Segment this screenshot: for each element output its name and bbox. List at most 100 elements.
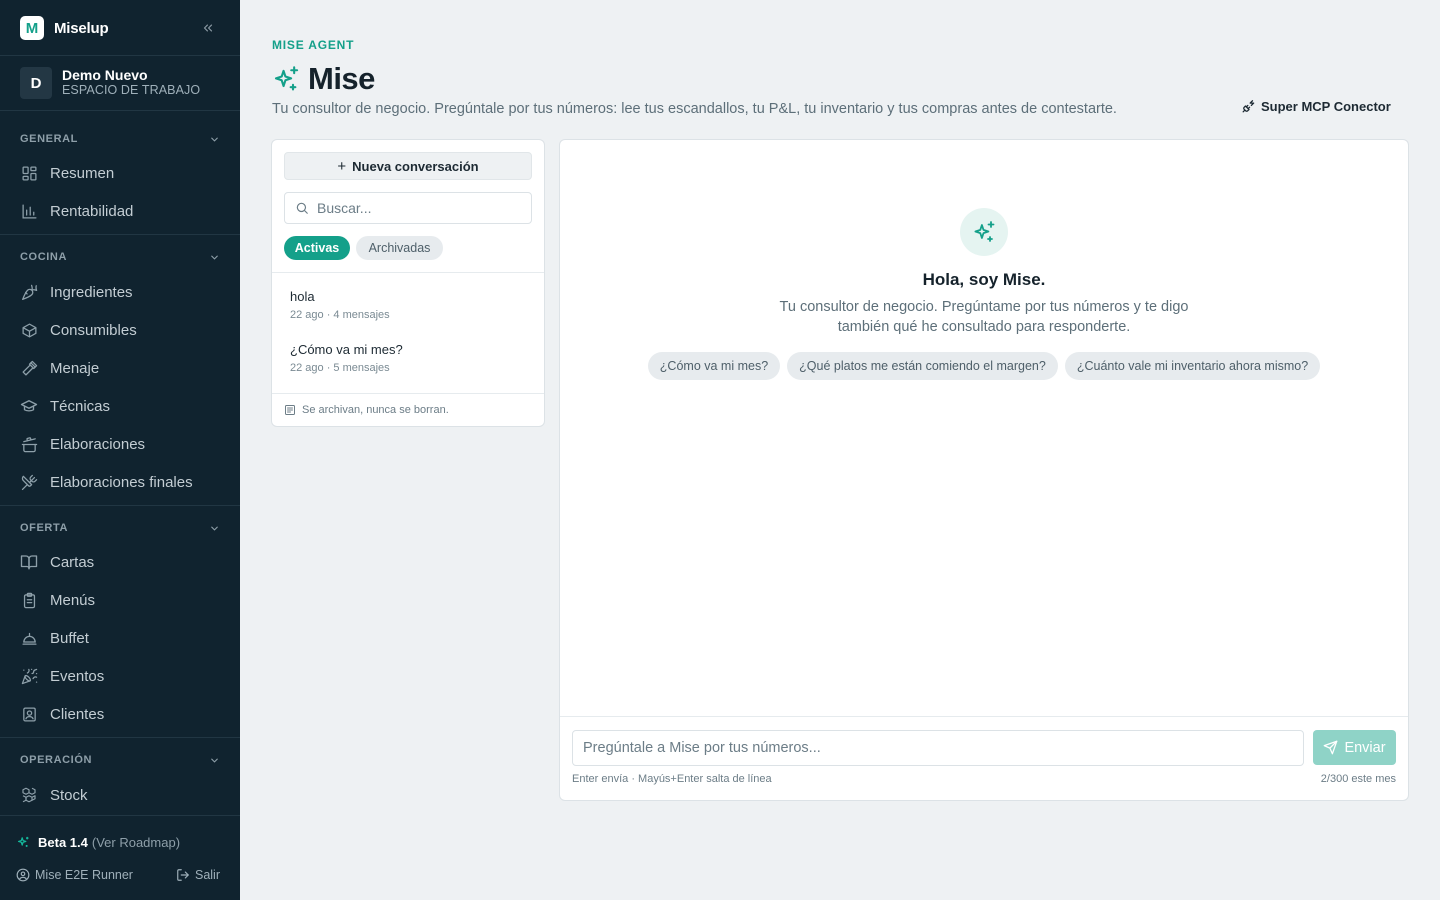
archive-note: Se archivan, nunca se borran. [284, 404, 449, 416]
section-oferta[interactable]: OFERTA [20, 520, 220, 536]
send-icon [1323, 740, 1338, 755]
nav-label: Buffet [50, 629, 89, 647]
list-divider [272, 272, 544, 273]
nav-item-resumen[interactable]: Resumen [18, 159, 228, 187]
graduation-cap-icon [18, 395, 40, 417]
nav-item-elaboraciones-finales[interactable]: Elaboraciones finales [18, 468, 228, 496]
search-input[interactable] [317, 200, 517, 216]
chevron-down-icon [209, 134, 220, 145]
nav-item-buffet[interactable]: Buffet [18, 624, 228, 652]
contact-icon [18, 703, 40, 725]
conversation-title: hola [290, 289, 315, 304]
new-conversation-button[interactable]: + Nueva conversación [284, 152, 532, 180]
version-label: Beta 1.4 [38, 834, 88, 850]
nav-label: Consumibles [50, 321, 137, 339]
chat-intro: Tu consultor de negocio. Pregúntame por … [779, 299, 1189, 335]
conversation-meta: 22 ago · 4 mensajes [290, 309, 390, 321]
nav-item-tecnicas[interactable]: Técnicas [18, 392, 228, 420]
usage-quota: 2/300 este mes [1320, 773, 1396, 785]
mcp-button-label: Super MCP Conector [1261, 98, 1391, 114]
list-divider [272, 393, 544, 394]
chat-panel: Hola, soy Mise. Tu consultor de negocio.… [559, 139, 1409, 801]
chat-greeting: Hola, soy Mise. [922, 270, 1046, 289]
nav-label: Técnicas [50, 397, 111, 415]
box-icon [18, 319, 40, 341]
nav-item-clientes[interactable]: Clientes [18, 700, 228, 728]
tab-archivadas[interactable]: Archivadas [356, 236, 443, 260]
sidebar: M Miselup D Demo Nuevo ESPACIO DE TRABAJ… [0, 0, 240, 900]
nav-item-cartas[interactable]: Cartas [18, 548, 228, 576]
utensil-icon [18, 357, 40, 379]
section-cocina[interactable]: COCINA [20, 249, 220, 265]
party-popper-icon [18, 665, 40, 687]
sparkles-icon [972, 220, 996, 244]
plug-zap-icon [1242, 99, 1256, 113]
chevron-down-icon [209, 252, 220, 263]
user-profile[interactable]: Mise E2E Runner [16, 868, 133, 882]
workspace-info: Demo Nuevo ESPACIO DE TRABAJO [62, 68, 200, 98]
conversation-meta: 22 ago · 5 mensajes [290, 362, 390, 374]
conversation-search[interactable] [284, 192, 532, 224]
nav-item-rentabilidad[interactable]: Rentabilidad [18, 197, 228, 225]
archive-icon [284, 404, 296, 416]
suggestion-list: ¿Cómo va mi mes? ¿Qué platos me están co… [560, 352, 1408, 380]
archive-note-text: Se archivan, nunca se borran. [302, 404, 449, 416]
workspace-name: Demo Nuevo [62, 67, 148, 83]
send-button[interactable]: Enviar [1313, 730, 1396, 765]
tab-activas[interactable]: Activas [284, 236, 350, 260]
section-label: GENERAL [20, 133, 78, 145]
chat-input[interactable] [572, 730, 1304, 766]
workspace-avatar: D [20, 67, 52, 99]
suggestion-chip[interactable]: ¿Cuánto vale mi inventario ahora mismo? [1064, 352, 1321, 380]
section-general[interactable]: GENERAL [20, 131, 220, 147]
nav-item-stock[interactable]: Stock [18, 781, 228, 809]
boxes-icon [18, 784, 40, 806]
suggestion-chip[interactable]: ¿Cómo va mi mes? [647, 352, 781, 380]
user-circle-icon [16, 868, 30, 882]
conversations-panel: + Nueva conversación Activas Archivadas … [271, 139, 545, 427]
section-operacion[interactable]: OPERACIÓN [20, 752, 220, 768]
new-conversation-label: Nueva conversación [352, 158, 479, 174]
nav-label: Elaboraciones [50, 435, 146, 453]
conversation-item[interactable]: hola 22 ago · 4 mensajes [290, 289, 530, 321]
suggestion-chip[interactable]: ¿Qué platos me están comiendo el margen? [787, 352, 1058, 380]
nav-item-menus[interactable]: Menús [18, 586, 228, 614]
conversation-item[interactable]: ¿Cómo va mi mes? 22 ago · 5 mensajes [290, 342, 530, 374]
nav-item-ingredientes[interactable]: Ingredientes [18, 278, 228, 306]
nav-label: Rentabilidad [50, 202, 134, 220]
chevron-down-icon [209, 755, 220, 766]
logout-label: Salir [194, 868, 220, 882]
chevron-down-icon [209, 523, 220, 534]
page-title: Mise [308, 61, 375, 96]
logout-button[interactable]: Salir [176, 868, 220, 882]
section-label: COCINA [20, 251, 67, 263]
super-mcp-connector-button[interactable]: Super MCP Conector [1242, 94, 1391, 118]
section-label: OPERACIÓN [20, 754, 93, 766]
nav-label: Menaje [50, 359, 100, 377]
utensils-crossed-icon [18, 471, 40, 493]
workspace-switcher[interactable]: D Demo Nuevo ESPACIO DE TRABAJO [20, 67, 230, 99]
version-row[interactable]: Beta 1.4 (Ver Roadmap) [16, 834, 180, 850]
conversation-title: ¿Cómo va mi mes? [290, 342, 403, 357]
clipboard-icon [18, 589, 40, 611]
plus-icon: + [337, 157, 347, 175]
nav-label: Elaboraciones finales [50, 473, 193, 491]
mise-avatar [960, 208, 1008, 256]
nav-item-menaje[interactable]: Menaje [18, 354, 228, 382]
workspace-label: ESPACIO DE TRABAJO [62, 83, 201, 97]
nav-item-consumibles[interactable]: Consumibles [18, 316, 228, 344]
nav-item-eventos[interactable]: Eventos [18, 662, 228, 690]
user-row: Mise E2E Runner Salir [16, 868, 220, 882]
chevrons-left-icon[interactable] [198, 18, 218, 38]
brand[interactable]: M Miselup [20, 16, 220, 40]
roadmap-link[interactable]: (Ver Roadmap) [92, 835, 180, 850]
sparkles-icon [16, 834, 32, 850]
page-title-row: Mise [272, 60, 375, 98]
nav-label: Clientes [50, 705, 105, 723]
nav-item-elaboraciones[interactable]: Elaboraciones [18, 430, 228, 458]
log-out-icon [176, 868, 190, 882]
page-eyebrow: MISE AGENT [272, 38, 355, 52]
sidebar-footer: Beta 1.4 (Ver Roadmap) Mise E2E Runner S… [0, 815, 240, 900]
bar-chart-icon [18, 200, 40, 222]
sidebar-divider [0, 234, 240, 235]
